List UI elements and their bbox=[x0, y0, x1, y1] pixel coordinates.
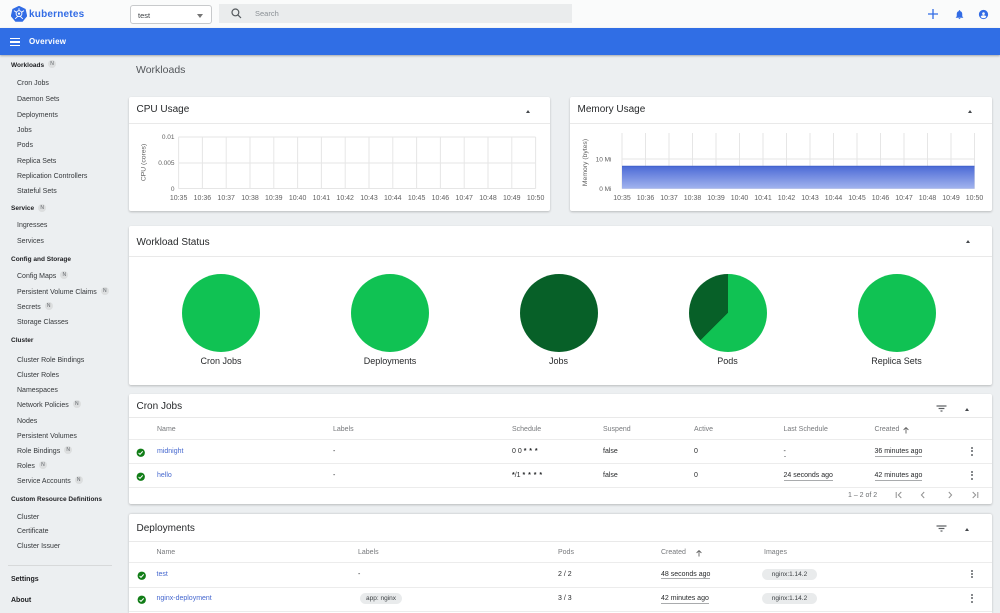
svg-text:10:47: 10:47 bbox=[895, 195, 913, 202]
svg-text:10:36: 10:36 bbox=[636, 195, 654, 202]
svg-text:10:49: 10:49 bbox=[942, 195, 960, 202]
svg-text:10:36: 10:36 bbox=[193, 195, 211, 202]
svg-text:10:35: 10:35 bbox=[613, 195, 631, 202]
svg-text:10:39: 10:39 bbox=[265, 195, 283, 202]
svg-text:10:41: 10:41 bbox=[754, 195, 772, 202]
svg-text:0 Mi: 0 Mi bbox=[599, 186, 611, 193]
svg-text:10:41: 10:41 bbox=[312, 195, 330, 202]
svg-text:CPU (cores): CPU (cores) bbox=[140, 144, 147, 181]
svg-text:10:40: 10:40 bbox=[288, 195, 306, 202]
svg-text:10:45: 10:45 bbox=[848, 195, 866, 202]
svg-text:10:39: 10:39 bbox=[707, 195, 725, 202]
svg-text:10:46: 10:46 bbox=[431, 195, 449, 202]
svg-text:10:50: 10:50 bbox=[526, 195, 544, 202]
svg-text:10:40: 10:40 bbox=[730, 195, 748, 202]
svg-text:10:38: 10:38 bbox=[241, 195, 259, 202]
svg-text:10 Mi: 10 Mi bbox=[595, 156, 611, 163]
svg-text:0.01: 0.01 bbox=[161, 134, 174, 141]
svg-text:Memory (bytes): Memory (bytes) bbox=[582, 139, 589, 186]
svg-text:10:49: 10:49 bbox=[503, 195, 521, 202]
svg-text:10:45: 10:45 bbox=[407, 195, 425, 202]
svg-text:10:44: 10:44 bbox=[384, 195, 402, 202]
svg-text:10:44: 10:44 bbox=[824, 195, 842, 202]
svg-text:10:42: 10:42 bbox=[777, 195, 795, 202]
svg-text:10:46: 10:46 bbox=[871, 195, 889, 202]
svg-text:10:47: 10:47 bbox=[455, 195, 473, 202]
svg-text:10:43: 10:43 bbox=[360, 195, 378, 202]
svg-text:10:48: 10:48 bbox=[918, 195, 936, 202]
svg-text:10:35: 10:35 bbox=[169, 195, 187, 202]
svg-text:10:50: 10:50 bbox=[965, 195, 983, 202]
svg-text:10:42: 10:42 bbox=[336, 195, 354, 202]
svg-text:10:38: 10:38 bbox=[683, 195, 701, 202]
svg-text:10:43: 10:43 bbox=[801, 195, 819, 202]
svg-text:10:37: 10:37 bbox=[660, 195, 678, 202]
svg-text:10:37: 10:37 bbox=[217, 195, 235, 202]
svg-text:0.005: 0.005 bbox=[158, 160, 175, 167]
svg-text:10:48: 10:48 bbox=[479, 195, 497, 202]
svg-text:0: 0 bbox=[170, 186, 174, 193]
